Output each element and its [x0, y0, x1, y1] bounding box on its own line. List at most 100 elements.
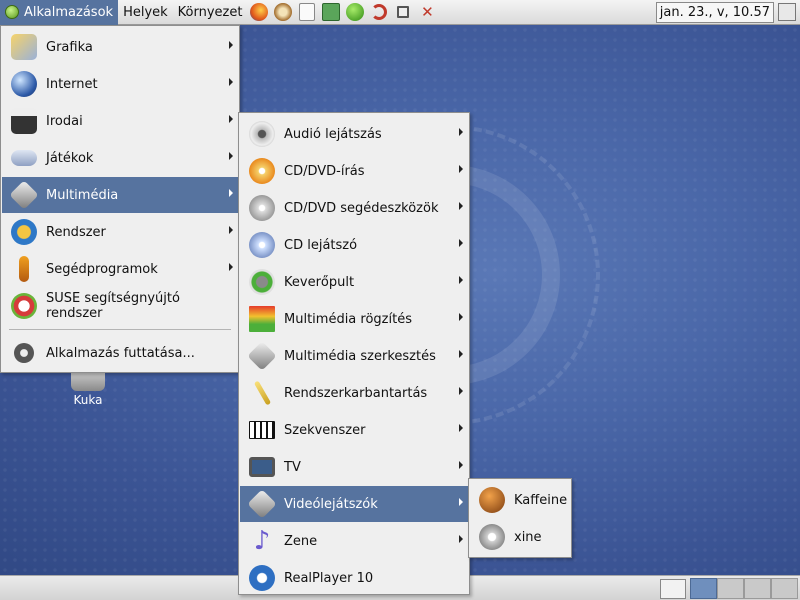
- submenu-arrow-icon: [459, 461, 463, 469]
- submenu-item-editing[interactable]: Multimédia szerkesztés: [240, 338, 468, 374]
- places-menu-button[interactable]: Helyek: [118, 0, 173, 25]
- tools-icon: [19, 256, 29, 282]
- magic-wand-icon: [253, 380, 271, 406]
- menu-item-rendszer[interactable]: Rendszer: [2, 214, 238, 250]
- status-launcher[interactable]: [344, 1, 366, 23]
- video-players-submenu: Kaffeine xine: [468, 478, 572, 558]
- menu-item-label: xine: [514, 529, 542, 545]
- menu-item-label: SUSE segítségnyújtó rendszer: [46, 291, 180, 321]
- menu-item-label: Zene: [284, 533, 318, 549]
- document-launcher[interactable]: [296, 1, 318, 23]
- kaffeine-icon: [479, 487, 505, 513]
- submenu-arrow-icon: [229, 189, 233, 197]
- submenu-item-audio[interactable]: Audió lejátszás: [240, 116, 468, 152]
- submenu-arrow-icon: [459, 350, 463, 358]
- terminal-launcher[interactable]: [320, 1, 342, 23]
- compass-launcher[interactable]: [272, 1, 294, 23]
- cd-tools-icon: [249, 195, 275, 221]
- show-desktop-button[interactable]: [778, 3, 796, 21]
- submenu-item-kaffeine[interactable]: Kaffeine: [470, 482, 570, 518]
- menu-separator: [9, 329, 231, 330]
- document-icon: [299, 3, 316, 21]
- applications-label: Alkalmazások: [24, 4, 114, 20]
- internet-globe-icon: [11, 71, 37, 97]
- menu-item-label: Audió lejátszás: [284, 126, 382, 142]
- compass-icon: [274, 3, 293, 21]
- menu-item-multimedia[interactable]: Multimédia: [2, 177, 238, 213]
- piano-keys-icon: [249, 421, 275, 439]
- suse-logo-icon: [5, 5, 19, 19]
- menu-item-grafika[interactable]: Grafika: [2, 29, 238, 65]
- submenu-item-cd-dvd-burn[interactable]: CD/DVD-írás: [240, 153, 468, 189]
- submenu-item-cd-player[interactable]: CD lejátszó: [240, 227, 468, 263]
- workspace-pager[interactable]: [690, 578, 798, 599]
- close-launcher[interactable]: ✕: [416, 1, 438, 23]
- multimedia-icon: [9, 180, 39, 210]
- submenu-item-recording[interactable]: Multimédia rögzítés: [240, 301, 468, 337]
- window-launcher[interactable]: [392, 1, 414, 23]
- submenu-item-realplayer[interactable]: RealPlayer 10: [240, 560, 468, 596]
- menu-item-label: Irodai: [46, 113, 83, 129]
- run-gears-icon: [14, 343, 34, 363]
- submenu-item-cd-dvd-tools[interactable]: CD/DVD segédeszközök: [240, 190, 468, 226]
- green-status-icon: [346, 3, 365, 21]
- submenu-item-sequencer[interactable]: Szekvenszer: [240, 412, 468, 448]
- menu-item-label: TV: [284, 459, 301, 475]
- firefox-launcher[interactable]: [248, 1, 270, 23]
- firefox-icon: [250, 3, 269, 21]
- menu-item-label: Rendszerkarbantartás: [284, 385, 428, 401]
- menu-item-suse-help[interactable]: SUSE segítségnyújtó rendszer: [2, 288, 238, 324]
- applications-menu-button[interactable]: Alkalmazások: [0, 0, 119, 25]
- video-player-icon: [247, 489, 277, 519]
- tv-icon: [249, 457, 275, 477]
- menu-item-label: Videólejátszók: [284, 496, 378, 512]
- menu-item-label: Multimédia rögzítés: [284, 311, 412, 327]
- submenu-item-music[interactable]: ♪ Zene: [240, 523, 468, 559]
- top-panel: Alkalmazások Helyek Környezet ✕ jan. 23.…: [0, 0, 800, 25]
- submenu-item-tv[interactable]: TV: [240, 449, 468, 485]
- submenu-arrow-icon: [459, 424, 463, 432]
- menu-item-label: Internet: [46, 76, 98, 92]
- workspace-4[interactable]: [771, 578, 798, 599]
- submenu-item-video-players[interactable]: Videólejátszók: [240, 486, 468, 522]
- undo-arrow-icon: [371, 4, 388, 20]
- menu-item-label: Kaffeine: [514, 492, 568, 508]
- undo-launcher[interactable]: [368, 1, 390, 23]
- lifebuoy-help-icon: [11, 293, 37, 319]
- submenu-arrow-icon: [459, 387, 463, 395]
- submenu-arrow-icon: [229, 226, 233, 234]
- typewriter-icon: [11, 108, 37, 134]
- submenu-item-xine[interactable]: xine: [470, 519, 570, 555]
- window-icon: [397, 6, 410, 18]
- submenu-arrow-icon: [459, 165, 463, 173]
- menu-item-label: Multimédia: [46, 187, 119, 203]
- xine-icon: [479, 524, 505, 550]
- menu-item-segedprogramok[interactable]: Segédprogramok: [2, 251, 238, 287]
- graphics-icon: [11, 34, 37, 60]
- terminal-icon: [322, 3, 341, 21]
- close-icon: ✕: [421, 3, 434, 21]
- realplayer-icon: [249, 565, 275, 591]
- show-desktop-bottom-button[interactable]: [660, 579, 686, 599]
- menu-item-label: Alkalmazás futtatása...: [46, 345, 195, 361]
- menu-item-internet[interactable]: Internet: [2, 66, 238, 102]
- menu-item-label: Szekvenszer: [284, 422, 366, 438]
- workspace-1[interactable]: [690, 578, 717, 599]
- menu-item-run-application[interactable]: Alkalmazás futtatása...: [2, 335, 238, 371]
- system-gears-icon: [11, 219, 37, 245]
- clock[interactable]: jan. 23., v, 10.57: [655, 2, 774, 23]
- submenu-item-mixer[interactable]: Keverőpult: [240, 264, 468, 300]
- environment-menu-button[interactable]: Környezet: [173, 0, 248, 25]
- menu-item-label: Játékok: [46, 150, 94, 166]
- menu-item-irodai[interactable]: Irodai: [2, 103, 238, 139]
- submenu-arrow-icon: [229, 41, 233, 49]
- submenu-item-maintenance[interactable]: Rendszerkarbantartás: [240, 375, 468, 411]
- workspace-2[interactable]: [717, 578, 744, 599]
- menu-item-jatekok[interactable]: Játékok: [2, 140, 238, 176]
- menu-item-label: CD/DVD-írás: [284, 163, 365, 179]
- menu-item-label: Keverőpult: [284, 274, 355, 290]
- submenu-arrow-icon: [459, 535, 463, 543]
- multimedia-submenu: Audió lejátszás CD/DVD-írás CD/DVD segéd…: [238, 112, 470, 595]
- submenu-arrow-icon: [459, 128, 463, 136]
- workspace-3[interactable]: [744, 578, 771, 599]
